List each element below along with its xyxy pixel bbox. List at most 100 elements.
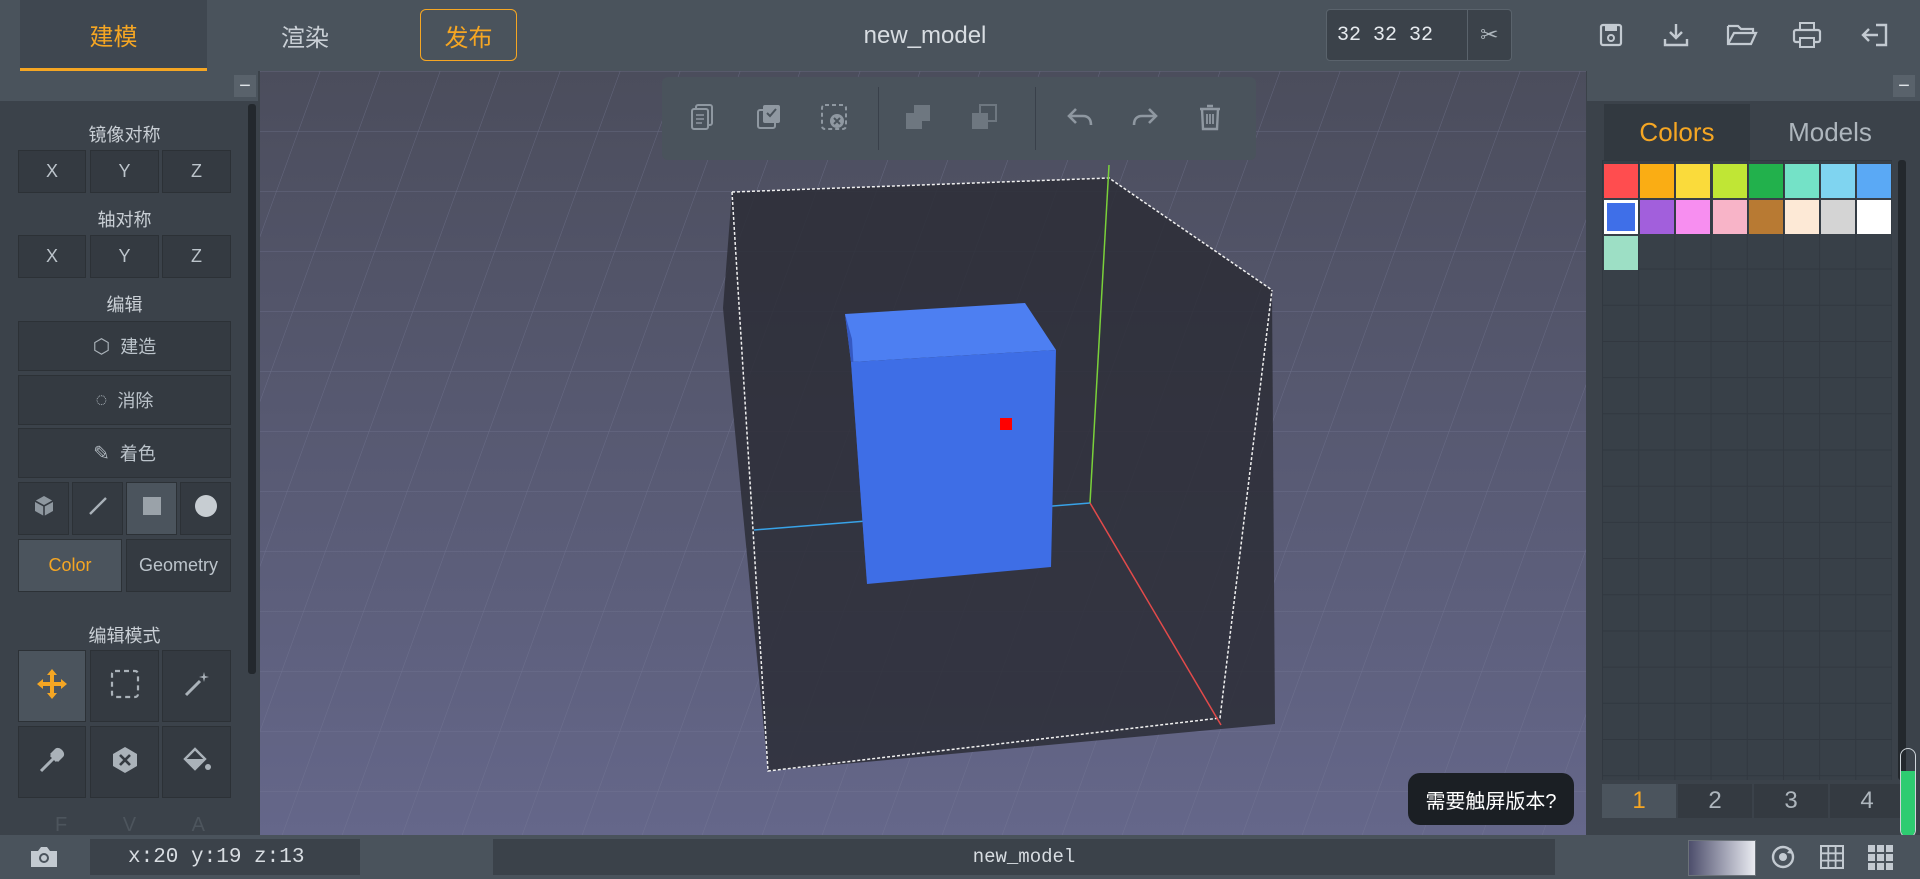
- color-swatch[interactable]: [1785, 200, 1819, 235]
- union-icon[interactable]: [896, 95, 940, 139]
- color-swatch[interactable]: [1785, 164, 1819, 198]
- shape-line-button[interactable]: [72, 482, 123, 535]
- touch-version-prompt[interactable]: 需要触屏版本?: [1408, 773, 1574, 825]
- paint-label: 着色: [119, 444, 156, 464]
- color-swatch[interactable]: [1821, 164, 1856, 198]
- mode-tab-color[interactable]: Color: [18, 539, 122, 592]
- cursor-coordinates: x:20 y:19 z:13: [90, 839, 360, 875]
- camera-icon[interactable]: [26, 839, 62, 875]
- volume-slider[interactable]: [1900, 748, 1916, 838]
- erase-icon: ◌: [95, 388, 108, 411]
- build-button[interactable]: ⬡ 建造: [18, 321, 231, 371]
- paint-brush-icon: ✎: [93, 442, 110, 465]
- background-gradient-swatch[interactable]: [1688, 840, 1756, 876]
- undo-icon[interactable]: [1058, 95, 1102, 139]
- mirror-x-button[interactable]: X: [18, 150, 86, 193]
- color-swatch[interactable]: [1640, 164, 1675, 198]
- mode-tab-geometry[interactable]: Geometry: [126, 539, 231, 592]
- color-swatch[interactable]: [1604, 200, 1638, 235]
- magic-wand-button[interactable]: [162, 650, 231, 722]
- select-box-button[interactable]: [90, 650, 159, 722]
- paint-bucket-button[interactable]: [162, 726, 231, 798]
- redo-icon[interactable]: [1123, 95, 1167, 139]
- grid-size-value[interactable]: 32 32 32: [1327, 24, 1467, 47]
- voxel-grid-icon[interactable]: [1862, 839, 1898, 875]
- eyedropper-icon: [37, 745, 67, 780]
- color-swatch[interactable]: [1676, 200, 1711, 235]
- blue-voxel-block[interactable]: [845, 303, 1056, 584]
- shape-circle-button[interactable]: [180, 482, 231, 535]
- eyedropper-button[interactable]: [18, 726, 86, 798]
- color-swatch[interactable]: [1748, 200, 1783, 235]
- mirror-y-button[interactable]: Y: [90, 150, 159, 193]
- axis-y-button[interactable]: Y: [90, 235, 159, 278]
- collapse-right-button[interactable]: −: [1893, 75, 1915, 97]
- cursor-marker: [1000, 418, 1012, 430]
- erase-label: 消除: [117, 391, 154, 411]
- mirror-z-button[interactable]: Z: [162, 150, 231, 193]
- tab-render[interactable]: 渲染: [210, 0, 400, 71]
- color-swatch[interactable]: [1640, 200, 1675, 235]
- color-swatch[interactable]: [1712, 164, 1747, 198]
- axis-x-button[interactable]: X: [18, 235, 86, 278]
- scissors-icon[interactable]: ✂: [1466, 10, 1511, 60]
- scene-canvas[interactable]: [260, 71, 1586, 835]
- build-label: 建造: [120, 337, 157, 357]
- edit-title: 编辑: [106, 295, 143, 315]
- reset-view-icon[interactable]: [1765, 839, 1801, 875]
- paste-icon[interactable]: [747, 95, 791, 139]
- palette-page-1[interactable]: 1: [1602, 784, 1676, 818]
- palette-page-3[interactable]: 3: [1754, 784, 1828, 818]
- grid-size-field[interactable]: 32 32 32 ✂: [1326, 9, 1512, 61]
- move-tool-button[interactable]: [18, 650, 86, 722]
- folder-open-icon[interactable]: [1722, 14, 1762, 56]
- color-swatch[interactable]: [1604, 236, 1638, 271]
- shape-cube-button[interactable]: [18, 482, 69, 535]
- document-title: new_model: [863, 21, 987, 49]
- color-palette: [1602, 160, 1892, 780]
- publish-button[interactable]: 发布: [420, 9, 517, 61]
- tab-modeling[interactable]: 建模: [20, 0, 207, 71]
- tab-models[interactable]: Models: [1750, 104, 1910, 160]
- faded-letter: F: [55, 814, 68, 836]
- color-swatch[interactable]: [1821, 200, 1856, 235]
- square-icon: [141, 495, 163, 522]
- copy-icon[interactable]: [680, 95, 724, 139]
- shape-square-button[interactable]: [126, 482, 177, 535]
- grid-toggle-icon[interactable]: [1814, 839, 1850, 875]
- move-icon: [35, 667, 69, 706]
- 3d-viewport[interactable]: [260, 71, 1586, 835]
- color-swatch[interactable]: [1857, 164, 1892, 198]
- exit-icon[interactable]: [1855, 14, 1895, 56]
- erase-button[interactable]: ◌ 消除: [18, 375, 231, 425]
- right-panel-header: [1587, 71, 1920, 101]
- left-panel-header: [0, 71, 258, 101]
- color-swatch[interactable]: [1712, 200, 1747, 235]
- color-swatch[interactable]: [1676, 164, 1711, 198]
- clear-selection-icon[interactable]: [812, 95, 856, 139]
- hexagon-x-button[interactable]: [90, 726, 159, 798]
- edit-mode-title: 编辑模式: [88, 626, 161, 646]
- line-icon: [87, 495, 109, 522]
- cube-icon: [33, 494, 55, 523]
- right-scrollbar[interactable]: [1898, 160, 1906, 780]
- delete-icon[interactable]: [1188, 95, 1232, 139]
- subtract-icon[interactable]: [962, 95, 1006, 139]
- color-swatch[interactable]: [1857, 200, 1892, 235]
- paint-button[interactable]: ✎ 着色: [18, 428, 231, 478]
- faded-shortcut-letters: F V A: [55, 814, 205, 836]
- left-scrollbar[interactable]: [248, 104, 256, 674]
- save-icon[interactable]: [1591, 14, 1631, 56]
- axis-z-button[interactable]: Z: [162, 235, 231, 278]
- tab-colors[interactable]: Colors: [1604, 104, 1750, 160]
- palette-page-4[interactable]: 4: [1830, 784, 1904, 818]
- filename-field[interactable]: new_model: [493, 839, 1555, 875]
- faded-letter: V: [122, 814, 137, 836]
- collapse-left-button[interactable]: −: [234, 75, 256, 97]
- color-swatch[interactable]: [1604, 164, 1638, 198]
- hexagon-x-icon: [110, 745, 140, 780]
- download-icon[interactable]: [1656, 14, 1696, 56]
- print-icon[interactable]: [1787, 14, 1827, 56]
- palette-page-2[interactable]: 2: [1678, 784, 1752, 818]
- color-swatch[interactable]: [1748, 164, 1783, 198]
